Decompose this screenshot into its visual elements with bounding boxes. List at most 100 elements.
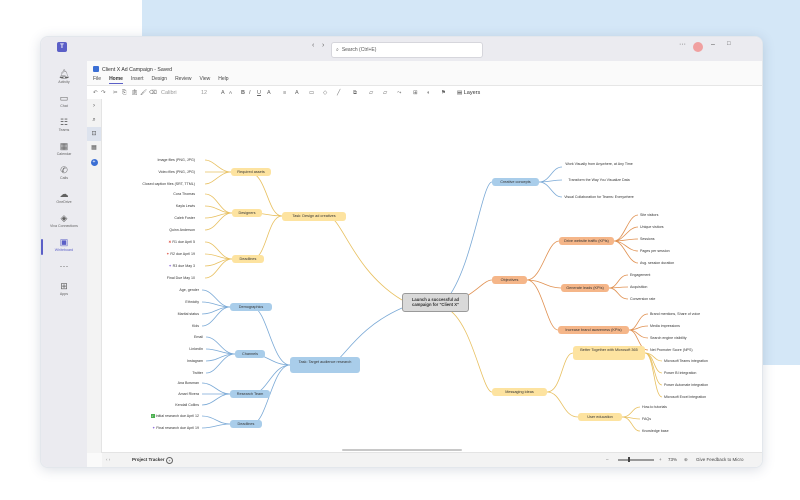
leaf-asset[interactable]: Video files (PNG, JPG) <box>158 170 195 175</box>
topic-objectives[interactable]: Objectives <box>492 276 527 284</box>
leaf-team-member[interactable]: Kendall Collins <box>175 403 199 408</box>
topic-creative-concepts[interactable]: Creative concepts <box>492 178 539 186</box>
font-select[interactable]: Calibri <box>161 86 197 100</box>
topic-generate-leads[interactable]: Generate leads (KPIs) <box>561 284 609 292</box>
leaf-kpi[interactable]: Brand mentions, Share of voice <box>650 312 700 317</box>
leaf-kpi[interactable]: Search engine visibility <box>650 336 687 341</box>
leaf-kpi[interactable]: Pages per session <box>640 249 670 254</box>
page-nav-icon[interactable]: ‹ › <box>106 453 110 467</box>
leaf-integration[interactable]: Power BI integration <box>664 371 696 376</box>
topic-design-deadlines[interactable]: Deadlines <box>232 255 264 263</box>
feedback-link[interactable]: Give Feedback to Micro <box>696 453 762 467</box>
rail-apps[interactable]: ⊞ Apps <box>41 281 87 303</box>
font-size-select[interactable]: 12 <box>201 86 213 100</box>
shrink-font-icon[interactable]: A <box>229 86 232 100</box>
leaf-deadline[interactable]: ✦ R3 due May 3 <box>169 264 195 269</box>
mindmap-canvas[interactable]: Launch a successful ad campaign for "Cli… <box>102 100 762 453</box>
format-painter-icon[interactable]: 🖌︎ <box>140 86 147 100</box>
leaf-channel[interactable]: Email <box>194 335 203 340</box>
leaf-education[interactable]: Knowledge base <box>642 429 669 434</box>
leaf-education[interactable]: FAQs <box>642 417 651 422</box>
add-page-icon[interactable]: + <box>166 457 173 464</box>
topic-channels[interactable]: Channels <box>235 350 265 358</box>
leaf-kpi[interactable]: Net Promoter Score (NPS) <box>650 348 693 353</box>
relationship-icon[interactable]: ⤳ <box>397 86 401 100</box>
zoom-in-icon[interactable]: + <box>659 453 662 467</box>
menu-review[interactable]: Review <box>175 76 191 84</box>
zoom-out-icon[interactable]: – <box>606 453 609 467</box>
leaf-demographic[interactable]: Age, gender <box>179 288 199 293</box>
leaf-asset[interactable]: Image files (PNG, JPG) <box>157 158 195 163</box>
leaf-kpi[interactable]: Avg. session duration <box>640 261 674 266</box>
leaf-kpi[interactable]: Engagement <box>630 273 650 278</box>
grow-font-icon[interactable]: A <box>221 86 225 100</box>
position-icon[interactable]: ⚑ <box>441 86 446 100</box>
rail-activity[interactable]: 🔔︎ Activity <box>41 69 87 91</box>
topic-user-education[interactable]: User education <box>578 413 622 421</box>
copy-icon[interactable]: ⎘ <box>122 86 126 100</box>
leaf-integration[interactable]: Microsoft Excel integration <box>664 395 706 400</box>
line-icon[interactable]: ╱ <box>337 86 340 100</box>
minimize-icon[interactable]: – <box>711 41 715 48</box>
leaf-research-deadline[interactable]: ✓ Initial research due April 12 <box>150 414 199 419</box>
text-style-icon[interactable]: A <box>295 86 299 100</box>
rail-chat[interactable]: ▭ Chat <box>41 93 87 115</box>
leaf-creative[interactable]: Transform the Way You Visualize Data <box>564 178 634 183</box>
theme-icon[interactable]: ◐ <box>427 86 430 100</box>
leaf-kpi[interactable]: Media impressions <box>650 324 680 329</box>
zoom-slider[interactable] <box>618 459 654 461</box>
rail-teams[interactable]: ☷ Teams <box>41 117 87 139</box>
leaf-kpi[interactable]: Sessions <box>640 237 655 242</box>
underline-icon[interactable]: U <box>257 86 261 100</box>
page-tab[interactable]: Project Tracker <box>132 453 165 467</box>
menu-help[interactable]: Help <box>218 76 228 84</box>
topic-brand-awareness[interactable]: Increase brand awareness (KPIs) <box>558 326 629 334</box>
leaf-designer[interactable]: Cora Thomas <box>173 192 195 197</box>
leaf-kpi[interactable]: Unique visitors <box>640 225 664 230</box>
font-color-icon[interactable]: A <box>267 86 271 100</box>
fit-page-icon[interactable]: ⊕ <box>684 453 688 467</box>
clear-format-icon[interactable]: ⌫ <box>149 86 157 100</box>
leaf-kpi[interactable]: Site visitors <box>640 213 658 218</box>
align-icon[interactable]: ≡ <box>283 86 286 100</box>
leaf-integration[interactable]: Microsoft Teams integration <box>664 359 708 364</box>
templates-icon[interactable]: ▦ <box>87 141 101 155</box>
leaf-creative[interactable]: Visual Collaboration for Teams: Everywhe… <box>564 195 634 200</box>
topic-better-together[interactable]: Better Together with Microsoft 365 <box>573 346 645 360</box>
leaf-kpi[interactable]: Acquisition <box>630 285 647 290</box>
rail-viva[interactable]: ◈ Viva Connections <box>41 213 87 235</box>
bold-icon[interactable]: B <box>241 86 245 100</box>
more-options-icon[interactable]: ··· <box>679 41 686 48</box>
arrange-icon[interactable]: ⧉ <box>353 86 357 100</box>
insert-shape-icon[interactable]: ▭ <box>309 86 314 100</box>
chevron-right-icon[interactable]: › <box>322 42 324 49</box>
leaf-channel[interactable]: LinkedIn <box>189 347 203 352</box>
rail-calendar[interactable]: ▦ Calendar <box>41 141 87 163</box>
horizontal-scrollbar[interactable] <box>342 449 462 451</box>
topic-designers[interactable]: Designers <box>232 209 262 217</box>
leaf-asset[interactable]: Closed caption files (SRT, TTML) <box>142 182 195 187</box>
topic-required-assets[interactable]: Required assets <box>231 168 271 176</box>
leaf-creative[interactable]: Work Visually from Anywhere, at Any Time <box>564 162 634 167</box>
menu-view[interactable]: View <box>199 76 210 84</box>
rail-whiteboard[interactable]: ▣ Whiteboard <box>41 237 87 259</box>
subtopic-icon[interactable]: ▱ <box>383 86 387 100</box>
search-shapes-icon[interactable]: ⌕ <box>87 113 101 127</box>
leaf-team-member[interactable]: Amari Rivera <box>178 392 199 397</box>
menu-design[interactable]: Design <box>151 76 167 84</box>
shapes-icon[interactable]: ⊡ <box>87 127 101 141</box>
maximize-icon[interactable]: □ <box>727 41 731 47</box>
rail-calls[interactable]: ✆ Calls <box>41 165 87 187</box>
cut-icon[interactable]: ✂ <box>113 86 118 100</box>
italic-icon[interactable]: I <box>249 86 251 100</box>
topic-research-team[interactable]: Research Team <box>230 390 270 398</box>
leaf-deadline[interactable]: Final Due May 10 <box>167 276 195 281</box>
leaf-team-member[interactable]: Ana Bowman <box>178 381 199 386</box>
paste-icon[interactable]: 📋︎ <box>131 86 138 100</box>
search-input[interactable]: ⌕ Search (Ctrl+E) <box>331 42 483 58</box>
leaf-kpi[interactable]: Conversion rate <box>630 297 655 302</box>
expand-panel-icon[interactable]: › <box>87 99 101 113</box>
chevron-left-icon[interactable]: ‹ <box>312 42 314 49</box>
topic-demographics[interactable]: Demographics <box>230 303 272 311</box>
leaf-channel[interactable]: Instagram <box>187 359 203 364</box>
